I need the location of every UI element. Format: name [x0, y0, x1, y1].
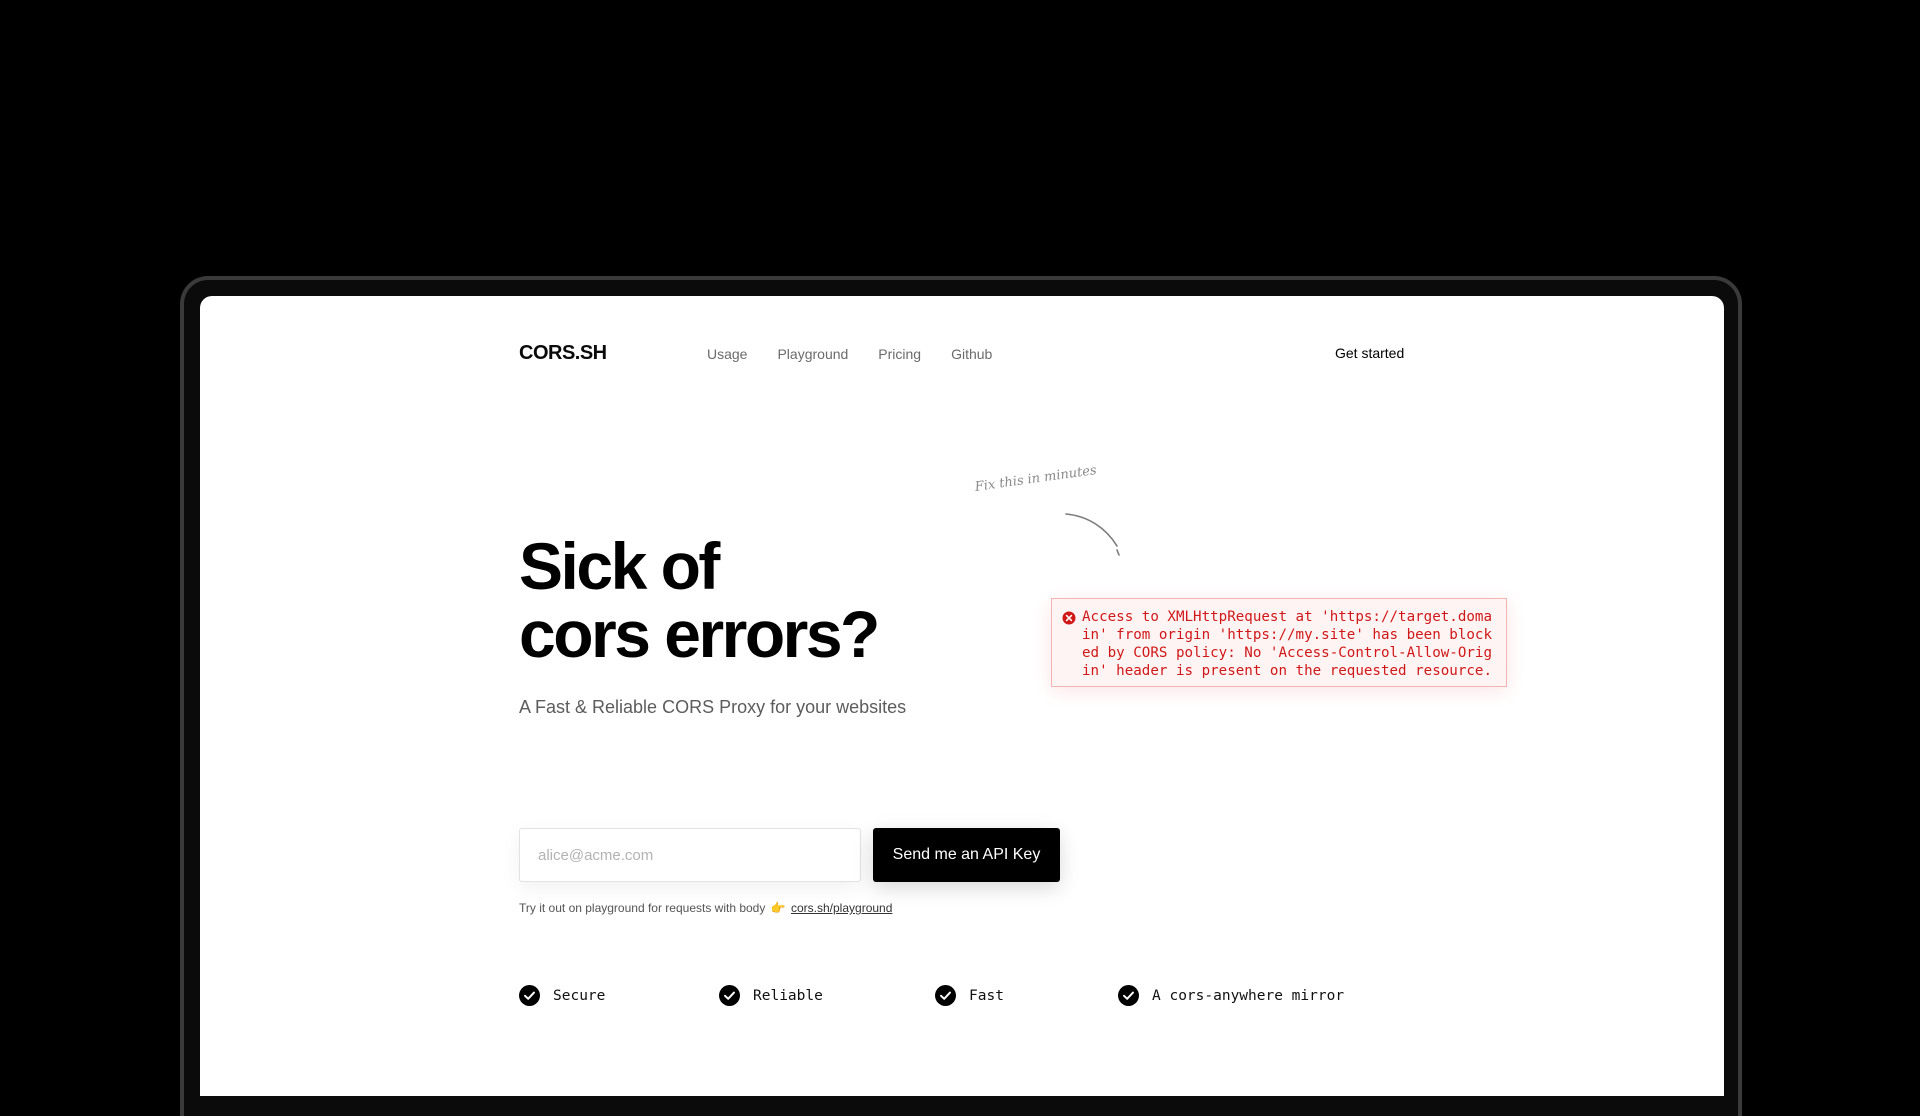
cors-error-message: Access to XMLHttpRequest at 'https://tar…	[1051, 598, 1507, 687]
main-nav: Usage Playground Pricing Github	[707, 346, 992, 362]
feature-label: Reliable	[753, 987, 823, 1004]
error-text: Access to XMLHttpRequest at 'https://tar…	[1082, 609, 1492, 679]
feature-reliable: Reliable	[719, 985, 823, 1006]
feature-label: Fast	[969, 987, 1004, 1004]
nav-usage[interactable]: Usage	[707, 346, 747, 362]
pointing-hand-icon: 👉	[770, 901, 786, 915]
feature-label: Secure	[553, 987, 606, 1004]
feature-secure: Secure	[519, 985, 605, 1006]
annotation-note: Fix this in minutes	[973, 462, 1098, 495]
browser-screen: CORS.SH Usage Playground Pricing Github …	[200, 296, 1724, 1096]
error-x-icon	[1062, 611, 1076, 625]
check-circle-icon	[519, 985, 540, 1006]
feature-fast: Fast	[935, 985, 1004, 1006]
page-headline: Sick of cors errors?	[519, 529, 880, 671]
check-circle-icon	[719, 985, 740, 1006]
check-circle-icon	[935, 985, 956, 1006]
nav-pricing[interactable]: Pricing	[878, 346, 921, 362]
feature-list: Secure Reliable Fast A cors-anywhere mir…	[200, 985, 1724, 1009]
get-started-link[interactable]: Get started	[1335, 345, 1404, 361]
headline-line-1: Sick of	[519, 529, 720, 603]
headline-line-2: cors errors?	[519, 597, 880, 671]
send-api-key-button[interactable]: Send me an API Key	[873, 828, 1060, 882]
email-input[interactable]	[519, 828, 861, 882]
logo[interactable]: CORS.SH	[519, 342, 607, 365]
subheadline: A Fast & Reliable CORS Proxy for your we…	[519, 697, 907, 717]
playground-hint: Try it out on playground for requests wi…	[519, 901, 892, 915]
check-circle-icon	[1118, 985, 1139, 1006]
nav-github[interactable]: Github	[951, 346, 992, 362]
curved-arrow-icon	[1065, 513, 1120, 556]
hint-text: Try it out on playground for requests wi…	[519, 901, 766, 915]
nav-playground[interactable]: Playground	[777, 346, 848, 362]
feature-cors-anywhere: A cors-anywhere mirror	[1118, 985, 1344, 1006]
playground-link[interactable]: cors.sh/playground	[791, 901, 892, 915]
feature-label: A cors-anywhere mirror	[1152, 987, 1345, 1004]
